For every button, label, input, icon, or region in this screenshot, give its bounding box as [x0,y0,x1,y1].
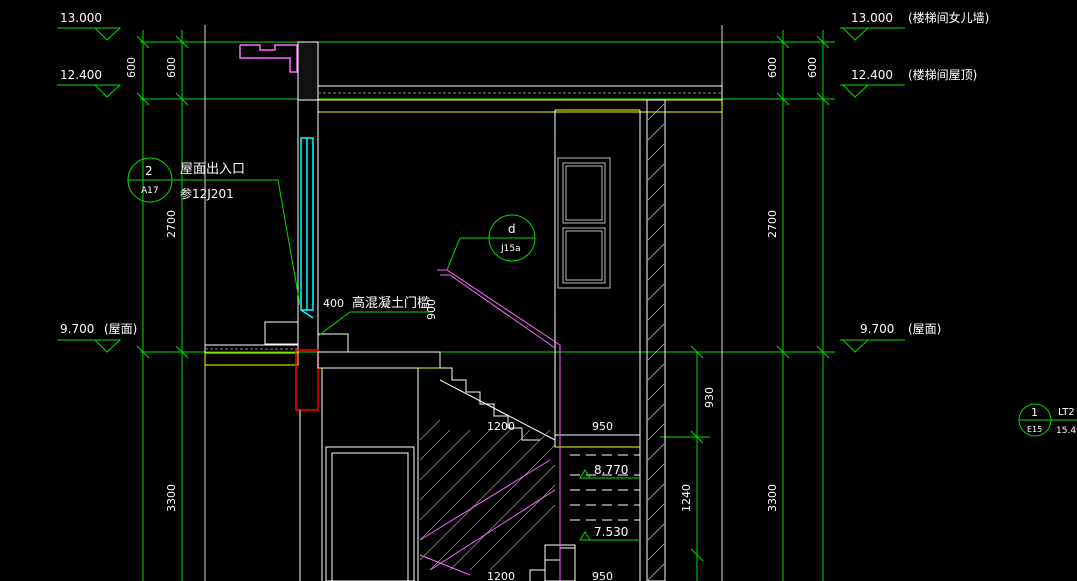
callout-elev: 15.4 [1056,426,1076,436]
axis-lines [204,25,723,581]
dim-600-c: 600 [766,57,779,78]
callout-number: 2 [145,164,153,178]
level-value: 12.400 [60,68,102,82]
callout-sheet: E15 [1027,425,1042,434]
level-note: (屋面) [104,322,137,336]
stair-lower [529,544,576,581]
dim-3300-right: 3300 [766,484,779,512]
entry-door-window [300,137,314,319]
callout-number: 1 [1031,406,1038,419]
level-value: 9.700 [60,322,94,336]
level-mark-12400-right: 12.400 (楼梯间屋顶) [840,67,977,98]
dimension-texts: 600 600 2700 3300 600 600 2700 3300 930 … [125,57,819,581]
dim-600-d: 600 [806,57,819,78]
level-value: 13.000 [851,11,893,25]
level-mark-13000-right: 13.000 (楼梯间女儿墙) [840,10,989,41]
dim-1240: 1240 [680,484,693,512]
landing [554,434,641,448]
dim-600-b: 600 [165,57,178,78]
callout-line1: 屋面出入口 [180,162,245,177]
callout-stair-ref[interactable]: 1 E15 LT2 15.4 [1018,403,1077,437]
level-note: (楼梯间屋顶) [908,67,977,82]
dim-600-a: 600 [125,57,138,78]
stair-hatch [419,419,556,571]
landing-elev: 7.530 [594,525,628,539]
level-mark-12400-left: 12.400 [57,68,122,98]
lower-door [325,446,415,581]
dim-950-b: 950 [592,570,613,581]
level-value: 9.700 [860,322,894,336]
landing-elev-8770: 8.770 [579,463,640,479]
level-mark-9700-left: 9.700 (屋面) [57,322,137,353]
callout-sheet: A17 [141,186,159,196]
parapet-left [239,41,319,101]
level-note: (楼梯间女儿墙) [908,10,989,25]
dim-2700-left: 2700 [165,210,178,238]
callout-line2: 参12J201 [180,186,234,201]
callout-sheet: J15a [500,244,521,254]
level-value: 13.000 [60,11,102,25]
dimension-lines [136,30,830,581]
callout-code: LT2 [1058,407,1075,418]
level-lines [140,41,835,353]
sill-label: 高混凝土门槛 [352,295,430,311]
level-note: (屋面) [908,322,941,336]
interior-window [557,157,611,289]
cad-section-drawing[interactable]: 13.000 12.400 9.700 (屋面) 13.000 (楼梯间女儿墙)… [0,0,1077,581]
dim-2700-right: 2700 [766,210,779,238]
level-mark-9700-right: 9.700 (屋面) [840,322,941,353]
dim-1200-b: 1200 [487,570,515,581]
level-mark-13000-left: 13.000 [57,11,122,41]
dim-400: 400 [323,297,344,310]
landing-elev: 8.770 [594,463,628,477]
level-value: 12.400 [851,68,893,82]
callout-number: d [508,222,516,236]
dim-1200-a: 1200 [487,420,515,433]
callout-roof-entry[interactable]: 2 A17 屋面出入口 参12J201 [127,157,301,306]
wall-hatch-right [647,103,665,581]
landing-elev-7530: 7.530 [579,525,640,541]
dim-930: 930 [703,387,716,408]
dim-950-a: 950 [592,420,613,433]
callout-detail-d[interactable]: d J15a [446,214,536,271]
dim-3300-left: 3300 [165,484,178,512]
